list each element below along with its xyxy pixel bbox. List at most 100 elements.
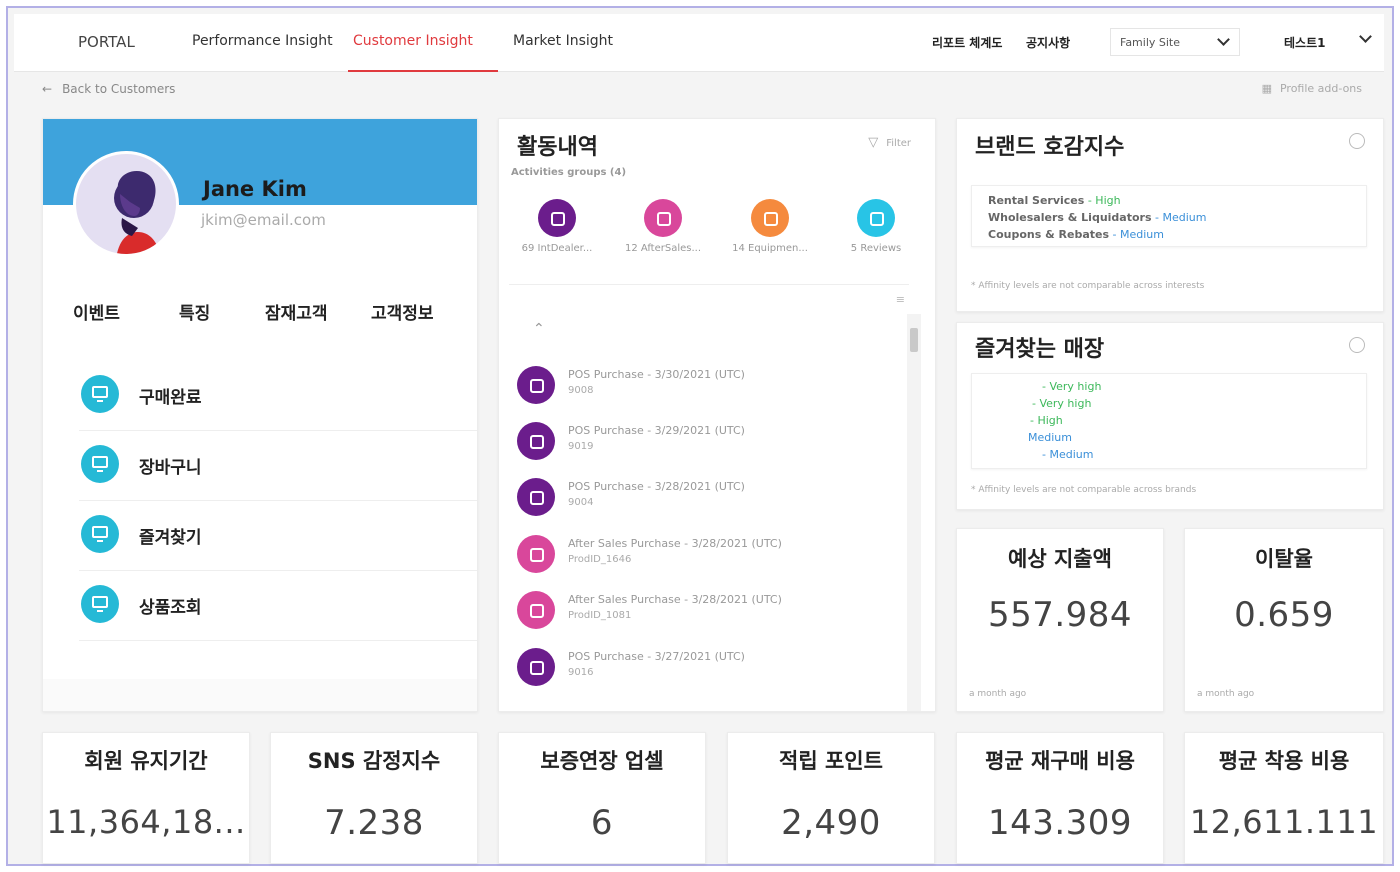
sub-bar: ← Back to Customers ▦ Profile add-ons [14, 72, 1384, 112]
activities-card: 활동내역 ▽ Filter Activities groups (4) 69 In… [498, 118, 936, 712]
addons-label: Profile add-ons [1279, 82, 1362, 95]
brand-affinity-note: * Affinity levels are not comparable acr… [971, 281, 1205, 291]
monitor-icon [81, 445, 119, 483]
activity-title: POS Purchase - 3/30/2021 (UTC) [568, 368, 745, 381]
filter-icon: ▽ [868, 135, 879, 150]
event-item-favorites[interactable]: 즐겨찾기 [79, 501, 477, 571]
affinity-row: Coupons & Rebates - Medium [988, 228, 1164, 241]
activity-scrollbar[interactable] [907, 314, 921, 711]
info-icon[interactable] [1349, 133, 1365, 149]
metric-value: 0.659 [1234, 595, 1334, 635]
report-structure-link[interactable]: 리포트 체계도 [932, 34, 1002, 51]
activity-sub: ProdID_1081 [568, 610, 632, 621]
monitor-icon [81, 375, 119, 413]
metric-card-avg-wear-cost: 평균 착용 비용 12,611.111 [1184, 732, 1384, 864]
activities-title: 활동내역 [517, 135, 598, 160]
bag-icon [517, 535, 555, 573]
group-label: 69 IntDealer... [521, 243, 593, 254]
metric-title: 이탈율 [1255, 547, 1313, 571]
tab-customer-info[interactable]: 고객정보 [371, 299, 434, 324]
metric-timestamp: a month ago [969, 689, 1027, 699]
tab-events[interactable]: 이벤트 [73, 299, 120, 324]
activity-item[interactable]: After Sales Purchase - 3/28/2021 (UTC) P… [517, 585, 897, 635]
bag-icon [517, 478, 555, 516]
metric-card-expected-spend: 예상 지출액 557.984 a month ago [956, 528, 1164, 712]
store-row: - High [1030, 414, 1063, 427]
activity-title: After Sales Purchase - 3/28/2021 (UTC) [568, 537, 782, 550]
monitor-icon [81, 585, 119, 623]
brand-affinity-title: 브랜드 호감지수 [975, 135, 1125, 160]
event-item-cart[interactable]: 장바구니 [79, 431, 477, 501]
favorite-stores-card: 즐겨찾는 매장 - Very high - Very high - High M… [956, 322, 1384, 510]
tab-market-insight[interactable]: Market Insight [513, 33, 613, 49]
info-icon[interactable] [1349, 337, 1365, 353]
chevron-down-icon [1217, 33, 1230, 46]
tab-customer-insight[interactable]: Customer Insight [353, 33, 473, 49]
user-menu-label[interactable]: 테스트1 [1284, 34, 1325, 51]
group-label: 14 Equipmen... [732, 243, 808, 254]
event-item-product-view[interactable]: 상품조회 [79, 571, 477, 641]
tab-traits[interactable]: 특징 [179, 299, 210, 324]
event-item-purchase[interactable]: 구매완료 [79, 361, 477, 431]
metric-card-avg-repurchase-cost: 평균 재구매 비용 143.309 [956, 732, 1164, 864]
profile-addons-button[interactable]: ▦ Profile add-ons [1262, 82, 1362, 95]
family-site-select[interactable]: Family Site [1110, 28, 1240, 56]
metric-value: 143.309 [987, 803, 1133, 843]
affinity-level: High [1095, 194, 1121, 207]
metric-card-membership-period: 회원 유지기간 11,364,18... [42, 732, 250, 864]
metric-card-churn-rate: 이탈율 0.659 a month ago [1184, 528, 1384, 712]
metric-value: 6 [590, 803, 614, 843]
activity-sub: 9016 [568, 667, 594, 678]
bag-icon [517, 366, 555, 404]
group-label: 5 Reviews [850, 243, 902, 254]
top-navigation: PORTAL Performance Insight Customer Insi… [14, 14, 1384, 72]
back-to-customers-link[interactable]: ← Back to Customers [42, 82, 175, 96]
activity-item[interactable]: POS Purchase - 3/27/2021 (UTC) 9016 [517, 642, 897, 692]
activity-item[interactable]: POS Purchase - 3/29/2021 (UTC) 9019 [517, 416, 897, 466]
arrow-left-icon: ← [42, 82, 53, 96]
metric-title: SNS 감정지수 [307, 749, 441, 773]
group-aftersales[interactable]: 12 AfterSales... [613, 199, 713, 254]
metric-value: 11,364,18... [46, 803, 246, 841]
brand-affinity-card: 브랜드 호감지수 Rental Services - High Wholesal… [956, 118, 1384, 312]
activity-item[interactable]: After Sales Purchase - 3/28/2021 (UTC) P… [517, 529, 897, 579]
tab-performance-insight[interactable]: Performance Insight [192, 33, 333, 49]
user-menu-chevron-icon[interactable] [1359, 30, 1372, 43]
group-intdealer[interactable]: 69 IntDealer... [507, 199, 607, 254]
group-reviews[interactable]: 5 Reviews [826, 199, 926, 254]
profile-card: Jane Kim jkim@email.com 이벤트 특징 잠재고객 고객정보… [42, 118, 478, 712]
favorite-stores-note: * Affinity levels are not comparable acr… [971, 485, 1197, 495]
group-equipment[interactable]: 14 Equipmen... [720, 199, 820, 254]
activity-title: POS Purchase - 3/28/2021 (UTC) [568, 480, 745, 493]
avatar [73, 151, 179, 257]
metric-value: 7.238 [324, 803, 424, 843]
metric-value: 557.984 [987, 595, 1133, 635]
activity-item[interactable]: POS Purchase - 3/28/2021 (UTC) 9004 [517, 472, 897, 522]
profile-footer [43, 679, 477, 711]
activity-sub: 9008 [568, 385, 594, 396]
activity-title: POS Purchase - 3/27/2021 (UTC) [568, 650, 745, 663]
grid-icon: ▦ [1261, 82, 1272, 95]
notice-link[interactable]: 공지사항 [1026, 34, 1070, 51]
portal-logo[interactable]: PORTAL [78, 33, 135, 51]
store-row: - Very high [1042, 380, 1102, 393]
group-label: 12 AfterSales... [624, 243, 702, 254]
bag-icon [517, 591, 555, 629]
activity-item[interactable]: POS Purchase - 3/30/2021 (UTC) 9008 [517, 360, 897, 410]
store-row: Medium [1028, 431, 1072, 444]
scrollbar-thumb[interactable] [910, 328, 918, 352]
filter-button[interactable]: ▽ Filter [868, 135, 911, 150]
activity-sub: 9004 [568, 497, 594, 508]
back-label: Back to Customers [62, 82, 176, 96]
filter-label: Filter [886, 138, 911, 149]
tab-prospects[interactable]: 잠재고객 [265, 299, 328, 324]
family-site-value: Family Site [1120, 36, 1181, 49]
activities-groups-label: Activities groups (4) [511, 167, 627, 178]
review-icon [857, 199, 895, 237]
metric-card-reward-points: 적립 포인트 2,490 [727, 732, 935, 864]
activity-sub: ProdID_1646 [568, 554, 632, 565]
affinity-name: Coupons & Rebates [988, 228, 1110, 241]
bag-icon [517, 422, 555, 460]
affinity-name: Wholesalers & Liquidators [988, 211, 1152, 224]
favorite-stores-title: 즐겨찾는 매장 [975, 337, 1105, 362]
